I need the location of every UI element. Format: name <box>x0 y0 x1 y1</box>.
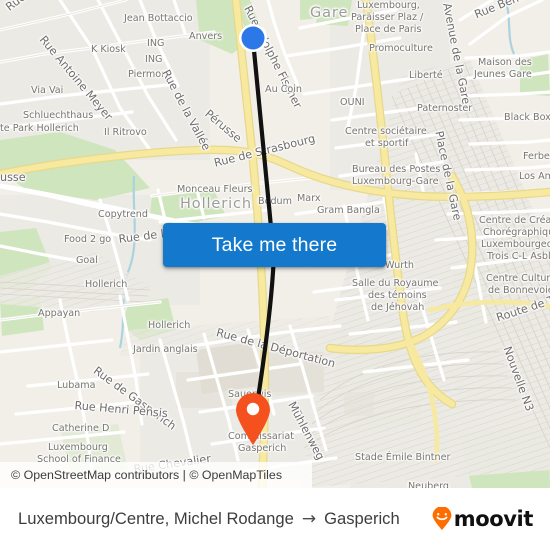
map-canvas[interactable]: Rue Marie-AdélaïdeJean BottaccioGareLuxe… <box>0 0 550 488</box>
take-me-there-label: Take me there <box>211 233 338 256</box>
route-summary: Luxembourg/Centre, Michel Rodange → Gasp… <box>18 509 431 529</box>
footer-bar: Luxembourg/Centre, Michel Rodange → Gasp… <box>0 488 550 550</box>
moovit-wordmark: moovit <box>453 507 534 531</box>
moovit-route-screenshot: Rue Marie-AdélaïdeJean BottaccioGareLuxe… <box>0 0 550 550</box>
arrow-right-icon: → <box>301 508 317 529</box>
map-attribution-text[interactable]: © OpenStreetMap contributors | © OpenMap… <box>0 468 282 482</box>
route-destination-label: Gasperich <box>324 509 400 528</box>
moovit-logo[interactable]: moovit <box>431 507 533 531</box>
moovit-pin-icon <box>432 507 452 530</box>
route-origin-label: Luxembourg/Centre, Michel Rodange <box>18 509 294 528</box>
map-attribution-bar: © OpenStreetMap contributors | © OpenMap… <box>0 462 312 488</box>
take-me-there-button[interactable]: Take me there <box>163 223 386 267</box>
